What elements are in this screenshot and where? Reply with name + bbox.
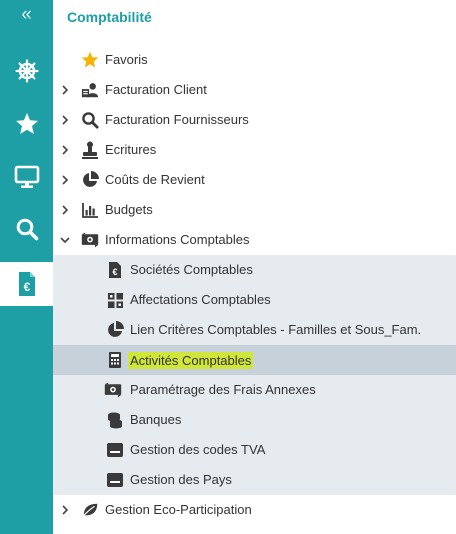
menu-item-label: Sociétés Comptables [130,262,253,277]
submenu-item-activites-comptables[interactable]: Activités Comptables [53,345,456,375]
menu-item-label: Paramétrage des Frais Annexes [130,382,316,397]
menu-item-favoris[interactable]: Favoris [53,45,456,75]
sidebar-item-wheel[interactable] [0,49,53,93]
menu-item-ecritures[interactable]: Ecritures [53,135,456,165]
menu-item-label: Facturation Client [105,82,207,97]
menu-item-label: Informations Comptables [105,232,250,247]
monitor-icon [14,165,39,188]
menu-item-label: Banques [130,412,182,427]
user-card-icon [81,81,99,99]
stamp-icon [81,141,99,159]
star-icon [81,51,99,69]
grid-icon [106,291,124,309]
menu-item-label: Facturation Fournisseurs [105,112,249,127]
chevron-right-icon[interactable] [58,83,72,97]
chevron-right-icon[interactable] [58,143,72,157]
submenu-item-lien-criteres[interactable]: Lien Critères Comptables - Familles et S… [53,315,456,345]
sidebar-item-comptabilite[interactable]: € [0,262,53,306]
menu-item-informations-comptables[interactable]: Informations Comptables [53,225,456,255]
submenu-item-gestion-pays[interactable]: Gestion des Pays [53,465,456,495]
card-icon [106,471,124,489]
calculator-icon [106,351,124,369]
menu-item-facturation-fournisseurs[interactable]: Facturation Fournisseurs [53,105,456,135]
collapse-sidebar-button[interactable]: « [0,4,53,26]
menu-item-label: Gestion Eco-Participation [105,502,252,517]
menu-item-label: Activités Comptables [128,352,254,369]
chevron-down-icon[interactable] [58,233,72,247]
svg-text:€: € [112,267,117,277]
star-icon [15,113,38,134]
menu-item-label: Coûts de Revient [105,172,205,187]
menu-item-label: Budgets [105,202,153,217]
chevron-right-icon[interactable] [58,113,72,127]
menu-item-facturation-client[interactable]: Facturation Client [53,75,456,105]
pie-chart-icon [106,321,124,339]
menu-item-label: Ecritures [105,142,157,157]
coins-icon [106,411,124,429]
euro-document-icon: € [18,272,35,296]
submenu-item-frais-annexes[interactable]: Paramétrage des Frais Annexes [53,375,456,405]
svg-text:€: € [23,280,30,294]
sidebar-rail: « € [0,0,53,534]
menu-item-label: Affectations Comptables [130,292,271,307]
card-icon [106,441,124,459]
leaf-icon [81,501,99,519]
submenu-item-banques[interactable]: Banques [53,405,456,435]
bar-chart-icon [81,201,99,219]
chevron-right-icon[interactable] [58,503,72,517]
menu-item-label: Lien Critères Comptables - Familles et S… [130,322,422,337]
sidebar-item-monitor[interactable] [0,155,53,199]
menu-item-label: Favoris [105,52,148,67]
sidebar-item-favorites[interactable] [0,102,53,146]
money-icon [104,381,122,399]
chevron-right-icon[interactable] [58,173,72,187]
panel-title: Comptabilité [67,9,152,25]
money-icon [81,231,99,249]
chevron-right-icon[interactable] [58,203,72,217]
submenu-item-codes-tva[interactable]: Gestion des codes TVA [53,435,456,465]
menu-item-budgets[interactable]: Budgets [53,195,456,225]
submenu-item-societes-comptables[interactable]: € Sociétés Comptables [53,255,456,285]
menu-item-couts-de-revient[interactable]: Coûts de Revient [53,165,456,195]
menu-item-label: Gestion des Pays [130,472,232,487]
pie-chart-icon [81,171,99,189]
search-icon [81,111,99,129]
ship-wheel-icon [14,59,39,83]
menu-item-eco-participation[interactable]: Gestion Eco-Participation [53,495,456,525]
search-icon [16,218,38,241]
menu-item-label: Gestion des codes TVA [130,442,266,457]
submenu-item-affectations-comptables[interactable]: Affectations Comptables [53,285,456,315]
euro-document-icon: € [106,261,124,279]
sidebar-item-search[interactable] [0,207,53,251]
